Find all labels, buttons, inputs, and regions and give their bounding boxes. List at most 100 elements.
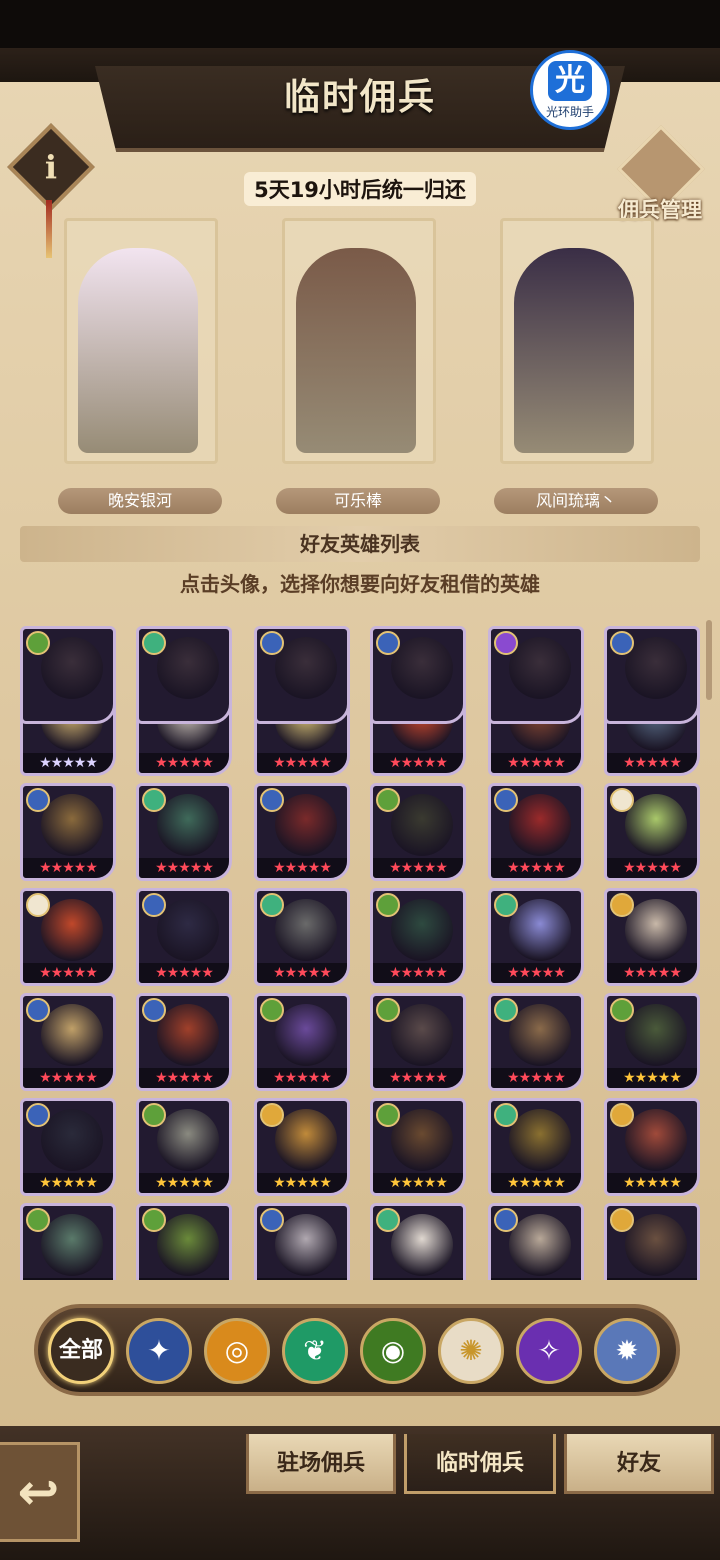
back-button[interactable]: ↩ xyxy=(0,1442,80,1542)
mercenary-slot-2[interactable]: 可乐棒 xyxy=(276,218,440,518)
return-timer: 5天19小时后统一归还 xyxy=(0,172,720,206)
hero-card[interactable]: ★★★★★ xyxy=(254,1098,350,1196)
hero-card[interactable]: ★★★★★ xyxy=(254,993,350,1091)
hero-star-rating: ★★★★★ xyxy=(373,963,463,983)
hero-card[interactable]: ★★★★★ xyxy=(488,888,584,986)
hero-star-rating: ★★★★★ xyxy=(23,1278,113,1280)
hero-card[interactable]: ★★★★★ xyxy=(20,783,116,881)
hero-card[interactable]: ★★★★★ xyxy=(604,888,700,986)
hero-portrait xyxy=(41,1214,103,1276)
hero-star-rating: ★★★★★ xyxy=(23,1068,113,1088)
hero-card[interactable] xyxy=(370,626,466,724)
friend-hero-grid: ★★★★★ ★★★★★ ★★★★★ ★★★★★ ★★★★★ ★★★★★ ★★★★★ ★★★★★… xyxy=(0,626,720,1280)
filter-all-button[interactable]: 全部 xyxy=(48,1318,114,1384)
hero-card[interactable] xyxy=(20,626,116,724)
hero-star-rating: ★★★★★ xyxy=(139,858,229,878)
lightbearer-icon: ✦ xyxy=(147,1334,171,1367)
wilder-faction-icon xyxy=(142,631,166,655)
hero-star-rating: ★★★★★ xyxy=(257,1278,347,1280)
hero-card[interactable]: ★★★★★ xyxy=(136,783,232,881)
hero-card[interactable]: ★★★★★ xyxy=(370,1203,466,1280)
hero-card[interactable]: ★★★★★ xyxy=(136,888,232,986)
hero-portrait xyxy=(509,1004,571,1066)
filter-lightbearer-button[interactable]: ✦ xyxy=(126,1318,192,1384)
hero-card[interactable]: ★★★★★ xyxy=(370,888,466,986)
lightbearer-faction-icon xyxy=(26,1103,50,1127)
hero-card[interactable]: ★★★★★ xyxy=(20,993,116,1091)
hero-star-rating: ★★★★★ xyxy=(257,858,347,878)
lightbearer-faction-icon xyxy=(376,631,400,655)
hero-card[interactable]: ★★★★★ xyxy=(136,1098,232,1196)
hero-card[interactable] xyxy=(254,626,350,724)
lightbearer-faction-icon xyxy=(142,998,166,1022)
hero-portrait xyxy=(509,637,571,699)
lightbearer-faction-icon xyxy=(142,893,166,917)
back-arrow-icon: ↩ xyxy=(17,1463,60,1521)
hero-card[interactable]: ★★★★★ xyxy=(604,783,700,881)
hero-portrait xyxy=(275,794,337,856)
mercenary-slot-3[interactable]: 风间琉璃丶 xyxy=(494,218,658,518)
hero-star-rating: ★★★★★ xyxy=(23,753,113,773)
hero-portrait xyxy=(509,1214,571,1276)
hero-card[interactable] xyxy=(604,626,700,724)
hero-card[interactable]: ★★★★★ xyxy=(488,1203,584,1280)
graveborn-faction-icon xyxy=(376,1103,400,1127)
filter-mauler-button[interactable]: ◎ xyxy=(204,1318,270,1384)
hero-card[interactable] xyxy=(136,626,232,724)
celestial-faction-icon xyxy=(26,893,50,917)
hero-card[interactable]: ★★★★★ xyxy=(488,783,584,881)
graveborn-faction-icon xyxy=(26,1208,50,1232)
filter-dimensional-button[interactable]: ✹ xyxy=(594,1318,660,1384)
hero-card[interactable]: ★★★★★ xyxy=(254,1203,350,1280)
mercenary-slot-1[interactable]: 晚安银河 xyxy=(58,218,222,518)
hero-star-rating: ★★★★★ xyxy=(139,1278,229,1280)
tab-temporary-mercenary[interactable]: 临时佣兵 xyxy=(404,1434,556,1494)
hero-portrait xyxy=(509,1109,571,1171)
hero-star-rating: ★★★★★ xyxy=(607,858,697,878)
hero-portrait xyxy=(157,899,219,961)
filter-wilder-button[interactable]: ❦ xyxy=(282,1318,348,1384)
hero-card[interactable]: ★★★★★ xyxy=(254,888,350,986)
mauler-icon: ◎ xyxy=(224,1334,250,1367)
hero-card[interactable]: ★★★★★ xyxy=(370,783,466,881)
mercenary-owner-name: 晚安银河 xyxy=(58,488,222,514)
mercenary-screen: 临时佣兵 光 光环助手 i 佣兵管理 5天19小时后统一归还 晚安银河 可乐棒 … xyxy=(0,48,720,1560)
hero-star-rating: ★★★★★ xyxy=(491,1278,581,1280)
lightbearer-faction-icon xyxy=(610,631,634,655)
filter-graveborn-button[interactable]: ◉ xyxy=(360,1318,426,1384)
hero-card[interactable]: ★★★★★ xyxy=(254,783,350,881)
hero-card[interactable]: ★★★★★ xyxy=(370,993,466,1091)
hero-star-rating: ★★★★★ xyxy=(491,858,581,878)
scrollbar[interactable] xyxy=(706,620,712,700)
filter-hypogean-button[interactable]: ✧ xyxy=(516,1318,582,1384)
wilder-faction-icon xyxy=(494,998,518,1022)
filter-celestial-button[interactable]: ✺ xyxy=(438,1318,504,1384)
assistant-badge[interactable]: 光 光环助手 xyxy=(530,50,610,130)
graveborn-icon: ◉ xyxy=(380,1334,406,1367)
hero-card[interactable] xyxy=(488,626,584,724)
hero-portrait xyxy=(391,1214,453,1276)
hero-card[interactable]: ★★★★★ xyxy=(136,1203,232,1280)
hero-star-rating: ★★★★★ xyxy=(491,1173,581,1193)
hero-card[interactable]: ★★★★★ xyxy=(604,1203,700,1280)
hero-card[interactable]: ★★★★★ xyxy=(488,993,584,1091)
hero-card[interactable]: ★★★★★ xyxy=(20,1203,116,1280)
hero-card[interactable]: ★★★★★ xyxy=(136,993,232,1091)
hero-portrait xyxy=(41,899,103,961)
graveborn-faction-icon xyxy=(376,893,400,917)
hero-card[interactable]: ★★★★★ xyxy=(370,1098,466,1196)
hero-star-rating: ★★★★★ xyxy=(491,1068,581,1088)
wilder-faction-icon xyxy=(260,893,284,917)
hero-card[interactable]: ★★★★★ xyxy=(604,1098,700,1196)
hero-star-rating: ★★★★★ xyxy=(139,963,229,983)
hero-star-rating: ★★★★★ xyxy=(607,753,697,773)
hero-card[interactable]: ★★★★★ xyxy=(604,993,700,1091)
tab-friends[interactable]: 好友 xyxy=(564,1434,714,1494)
hero-star-rating: ★★★★★ xyxy=(139,1068,229,1088)
hypogean-icon: ✧ xyxy=(537,1334,561,1367)
mercenary-owner-name: 风间琉璃丶 xyxy=(494,488,658,514)
hero-card[interactable]: ★★★★★ xyxy=(20,888,116,986)
tab-resident-mercenary[interactable]: 驻场佣兵 xyxy=(246,1434,396,1494)
hero-card[interactable]: ★★★★★ xyxy=(20,1098,116,1196)
hero-card[interactable]: ★★★★★ xyxy=(488,1098,584,1196)
